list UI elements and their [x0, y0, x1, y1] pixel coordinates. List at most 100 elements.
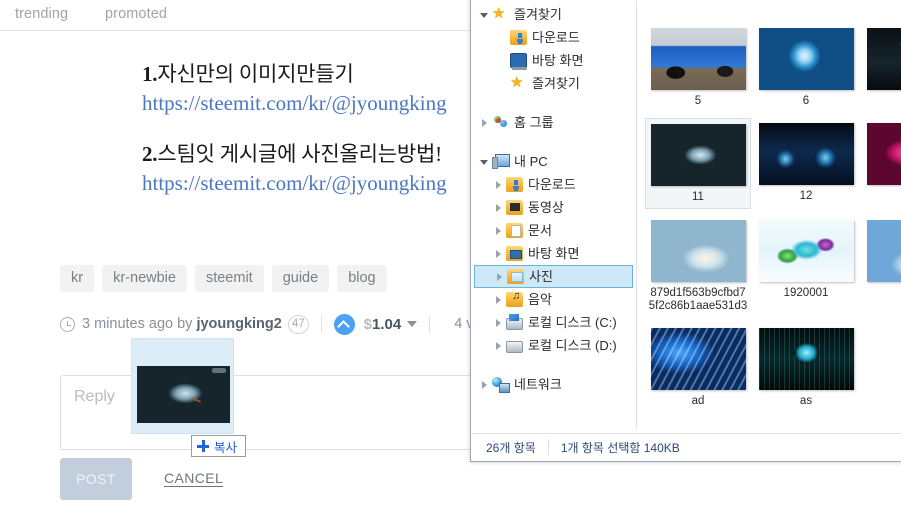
tree-item-desktop[interactable]: 바탕 화면 [472, 242, 635, 265]
tree-item-desktop-fav[interactable]: 바탕 화면 [472, 49, 635, 72]
file-thumbnail [758, 28, 854, 90]
post-item-2-number: 2. [142, 142, 158, 166]
twisty-closed-icon[interactable] [490, 288, 506, 311]
file-thumbnail [650, 220, 746, 282]
cancel-button[interactable]: CANCEL [164, 470, 223, 486]
twisty-closed-icon[interactable] [490, 242, 506, 265]
file-item[interactable]: as [753, 323, 859, 412]
twisty-closed-icon[interactable] [476, 111, 492, 134]
tree-item-label: 동영상 [528, 200, 564, 215]
file-thumbnail [758, 328, 854, 390]
file-name: ad [691, 395, 705, 407]
file-thumbnail [758, 123, 854, 185]
file-item[interactable]: 1920001 [753, 215, 859, 317]
file-thumbnail [758, 220, 854, 282]
tag-item[interactable]: blog [337, 265, 387, 292]
file-item[interactable]: ad [645, 323, 751, 412]
explorer-status-bar: 26개 항목 1개 항목 선택함 140KB [472, 433, 901, 460]
nav-tab-promoted[interactable]: promoted [105, 6, 167, 22]
author-reputation-badge: 47 [287, 314, 309, 334]
explorer-file-grid[interactable]: 5 6 11 12 879d1f563b9cfbd75f2c86b1aae531… [636, 1, 901, 429]
file-name: as [799, 395, 813, 407]
folder-download-icon [510, 30, 527, 45]
tree-item-label: 즐겨찾기 [514, 7, 562, 22]
file-item[interactable] [861, 118, 901, 209]
meta-divider [429, 315, 431, 333]
twisty-open-icon[interactable] [476, 3, 492, 26]
tree-item-videos[interactable]: 동영상 [472, 196, 635, 219]
twisty-closed-icon[interactable] [490, 334, 506, 357]
file-name: 11 [692, 191, 704, 203]
clock-icon [60, 316, 75, 332]
tree-item-local-disk-d[interactable]: 로컬 디스크 (D:) [472, 334, 635, 357]
upvote-button[interactable] [333, 313, 355, 335]
tree-item-pictures[interactable]: 사진 [474, 265, 633, 288]
post-author-link[interactable]: jyoungking2 [196, 316, 281, 332]
reply-input[interactable]: Reply [60, 375, 490, 450]
file-thumbnail [650, 124, 746, 186]
tree-item-label: 로컬 디스크 (C:) [528, 315, 617, 330]
tag-item[interactable]: guide [271, 265, 330, 292]
post-payout[interactable]: $1.04 [364, 316, 418, 333]
twisty-closed-icon[interactable] [490, 311, 506, 334]
chevron-down-icon[interactable] [407, 320, 418, 327]
tree-item-label: 바탕 화면 [528, 246, 580, 261]
file-item[interactable]: 5 [645, 23, 751, 112]
folder-download-icon [506, 177, 523, 192]
file-item[interactable]: 6 [753, 23, 859, 112]
tree-item-label: 문서 [528, 223, 552, 238]
tag-item[interactable]: kr [60, 265, 95, 292]
tag-item[interactable]: kr-newbie [102, 265, 187, 292]
twisty-closed-icon[interactable] [490, 219, 506, 242]
post-meta-row: 3 minutes ago by jyoungking2 47 $1.04 4 … [60, 312, 494, 336]
tree-item-documents[interactable]: 문서 [472, 219, 635, 242]
screen-root: trending promoted 1.자신만의 이미지만들기 https://… [0, 0, 901, 514]
file-item[interactable] [861, 23, 901, 112]
tag-item[interactable]: steemit [194, 265, 264, 292]
post-link-2[interactable]: https://steemit.com/kr/@jyoungking [142, 171, 447, 196]
meta-divider [320, 315, 322, 333]
drive-icon [506, 340, 523, 353]
post-button[interactable]: POST [60, 458, 132, 500]
network-icon [492, 377, 510, 393]
twisty-closed-icon[interactable] [490, 196, 506, 219]
post-list-item-1: 1.자신만의 이미지만들기 [142, 58, 354, 88]
status-item-count: 26개 항목 [486, 440, 536, 455]
tree-item-local-disk-c[interactable]: 로컬 디스크 (C:) [472, 311, 635, 334]
tree-item-downloads-fav[interactable]: 다운로드 [472, 26, 635, 49]
post-list-item-2: 2.스팀잇 게시글에 사진올리는방법! [142, 138, 442, 168]
twisty-closed-icon[interactable] [476, 373, 492, 396]
tree-item-music[interactable]: 음악 [472, 288, 635, 311]
tree-item-label: 음악 [528, 292, 552, 307]
post-item-1-number: 1. [142, 62, 158, 86]
file-item-selected[interactable]: 11 [645, 118, 751, 209]
folder-documents-icon [506, 223, 523, 238]
drag-ghost-preview[interactable] [131, 338, 234, 434]
folder-pictures-icon [507, 269, 524, 284]
tree-item-label: 즐겨찾기 [532, 76, 580, 91]
twisty-open-icon[interactable] [476, 150, 492, 173]
tree-item-downloads[interactable]: 다운로드 [472, 173, 635, 196]
payout-amount: 1.04 [371, 315, 402, 333]
tree-item-homegroup[interactable]: 홈 그룹 [472, 111, 635, 134]
file-thumbnail [866, 28, 901, 90]
twisty-closed-icon[interactable] [491, 266, 507, 287]
tree-item-favorites-child[interactable]: 즐겨찾기 [472, 72, 635, 95]
file-item[interactable]: 19 [861, 215, 901, 317]
tree-item-favorites[interactable]: 즐겨찾기 [472, 3, 635, 26]
file-item[interactable]: 12 [753, 118, 859, 209]
tree-item-network[interactable]: 네트워크 [472, 373, 635, 396]
tag-list: kr kr-newbie steemit guide blog [60, 265, 387, 292]
file-name: 879d1f563b9cfbd75f2c86b1aae531d3 [648, 287, 748, 312]
explorer-navigation-tree[interactable]: 즐겨찾기 다운로드 바탕 화면 즐겨찾기 홈 그룹 [472, 1, 635, 429]
file-explorer-window[interactable]: F3%C C0 즐겨찾기 다운로드 바탕 화면 즐 [470, 0, 901, 462]
pc-icon [492, 154, 510, 169]
tree-item-this-pc[interactable]: 내 PC [472, 150, 635, 173]
file-item[interactable]: 879d1f563b9cfbd75f2c86b1aae531d3 [645, 215, 751, 317]
post-link-1[interactable]: https://steemit.com/kr/@jyoungking [142, 91, 447, 116]
nav-tab-trending[interactable]: trending [15, 6, 68, 22]
twisty-closed-icon[interactable] [490, 173, 506, 196]
file-name: 5 [694, 95, 702, 107]
